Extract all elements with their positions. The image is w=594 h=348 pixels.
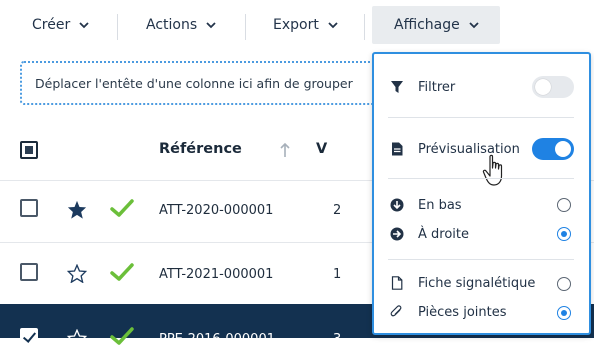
sort-ascending-icon[interactable] — [279, 142, 291, 158]
toolbar-separator — [245, 14, 246, 40]
toolbar-separator — [117, 14, 118, 40]
toolbar: Créer Actions Export Affichage — [0, 0, 594, 52]
actions-label: Actions — [146, 17, 198, 33]
toggle-knob — [535, 79, 551, 95]
actions-button[interactable]: Actions — [146, 6, 217, 44]
validated-check-icon — [110, 327, 134, 345]
menu-item-bottom-label: En bas — [418, 197, 462, 213]
row-reference: ATT-2021-000001 — [159, 267, 274, 282]
menu-item-sheet-label: Fiche signalétique — [418, 275, 536, 291]
attachments-radio[interactable] — [557, 306, 571, 320]
export-label: Export — [273, 17, 319, 33]
display-label: Affichage — [394, 17, 460, 33]
arrow-right-circle-icon — [390, 227, 404, 241]
row-v: 3 — [333, 332, 342, 347]
preview-toggle[interactable] — [532, 138, 574, 160]
menu-divider — [388, 259, 574, 260]
column-header-reference[interactable]: Référence — [159, 141, 242, 157]
row-reference: ATT-2020-000001 — [159, 203, 274, 218]
select-all-checkbox[interactable] — [20, 141, 38, 159]
row-checkbox[interactable] — [20, 328, 38, 346]
menu-item-attachments-label: Pièces jointes — [418, 304, 507, 320]
chevron-down-icon — [79, 22, 89, 29]
position-right-radio[interactable] — [557, 227, 571, 241]
display-menu: Filtrer Prévisualisation En bas À droite — [372, 52, 591, 335]
star-outline-icon[interactable] — [67, 264, 87, 283]
sheet-radio[interactable] — [557, 277, 571, 291]
validated-check-icon — [110, 199, 134, 217]
column-header-v[interactable]: V — [316, 141, 327, 157]
hand-cursor-icon — [482, 154, 503, 186]
chevron-down-icon — [206, 22, 216, 29]
export-button[interactable]: Export — [273, 6, 339, 44]
arrow-down-circle-icon — [390, 198, 404, 212]
position-bottom-radio[interactable] — [557, 198, 571, 212]
star-outline-icon[interactable] — [67, 329, 87, 348]
menu-divider — [388, 117, 574, 118]
validated-check-icon — [110, 263, 134, 281]
chevron-down-icon — [469, 22, 479, 29]
row-checkbox[interactable] — [20, 263, 38, 281]
toggle-knob — [555, 141, 571, 157]
paperclip-icon — [390, 305, 402, 317]
row-v: 1 — [333, 267, 342, 282]
filter-toggle[interactable] — [532, 76, 574, 98]
create-button[interactable]: Créer — [32, 6, 90, 44]
toolbar-separator — [364, 14, 365, 40]
filter-icon — [391, 81, 403, 93]
row-reference: PPE-2016-000001 — [159, 332, 275, 347]
chevron-down-icon — [328, 22, 338, 29]
file-icon — [391, 276, 403, 290]
menu-item-filter-label: Filtrer — [418, 79, 456, 95]
group-drop-zone-text: Déplacer l'entête d'une colonne ici afin… — [35, 75, 353, 91]
create-label: Créer — [32, 17, 71, 33]
menu-divider — [388, 178, 574, 179]
row-checkbox[interactable] — [20, 199, 38, 217]
menu-item-right-label: À droite — [418, 226, 469, 242]
star-filled-icon[interactable] — [67, 200, 87, 219]
document-icon — [392, 142, 403, 156]
display-button[interactable]: Affichage — [372, 6, 500, 44]
row-v: 2 — [333, 203, 342, 218]
